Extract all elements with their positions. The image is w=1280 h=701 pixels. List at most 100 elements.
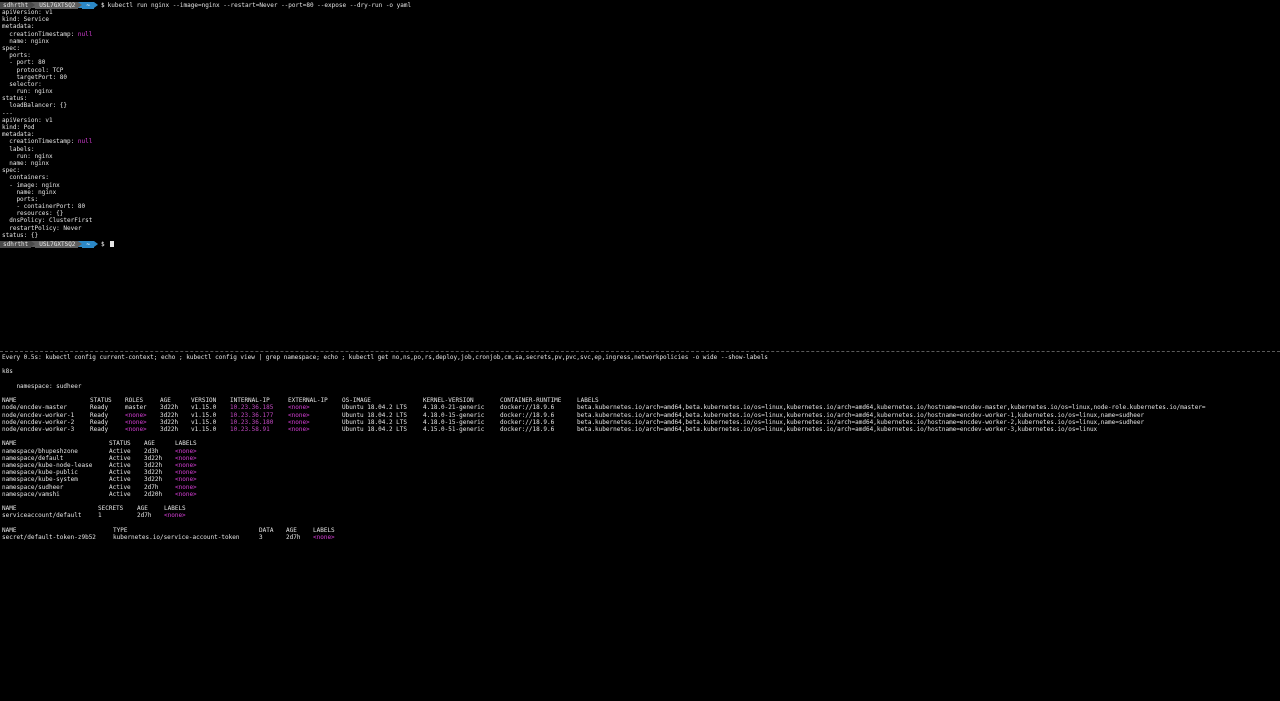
table-cell: 2d7h (286, 533, 301, 541)
table-cell: Ubuntu 18.04.2 LTS (342, 425, 408, 433)
yaml-line: - containerPort: 80 (0, 203, 1280, 210)
table-cell: beta.kubernetes.io/arch=amd64,beta.kuber… (577, 425, 1098, 433)
table-cell: 2d3h (144, 447, 159, 455)
yaml-line: status: {} (0, 232, 1280, 239)
column-header: SECRETS (98, 505, 124, 513)
column-header: LABELS (577, 397, 599, 405)
terminal-cursor[interactable] (109, 241, 114, 247)
column-header: NAME (2, 526, 17, 534)
table-cell: v1.15.0 (191, 404, 217, 412)
table-cell: <none> (175, 447, 197, 455)
yaml-line: name: nginx (0, 189, 1280, 196)
table-cell: secret/default-token-z9b52 (2, 533, 96, 541)
command-text: kubectl run nginx --image=nginx --restar… (107, 1, 412, 9)
table-row: secret/default-token-z9b52 kubernetes.io/… (2, 534, 335, 541)
table-cell: 3d22h (160, 404, 179, 412)
table-header-row: NAME TYPE DATA AGE LABELS (2, 527, 335, 534)
table-cell: 3d22h (160, 411, 179, 419)
shell-prompt-2[interactable]: sdhrtht USL7GXTSQ2 ~ $ (0, 240, 1280, 248)
table-cell: <none> (164, 512, 186, 520)
yaml-line: run: nginx (0, 88, 1280, 95)
yaml-line: apiVersion: v1 (0, 9, 1280, 16)
table-cell: docker://18.9.6 (500, 425, 555, 433)
column-header: LABELS (164, 505, 186, 513)
yaml-text: selector: (2, 80, 42, 88)
yaml-text: status: {} (2, 231, 39, 239)
table-cell: beta.kubernetes.io/arch=amd64,beta.kuber… (577, 418, 1145, 426)
bottom-terminal-pane[interactable]: Every 0.5s: kubectl config current-conte… (0, 351, 1280, 701)
table-cell: <none> (288, 411, 310, 419)
table-cell: Active (109, 476, 131, 484)
yaml-text: creationTimestamp: (2, 138, 78, 146)
table-cell: <none> (288, 425, 310, 433)
yaml-line: selector: (0, 81, 1280, 88)
prompt-host: USL7GXTSQ2 (35, 240, 79, 248)
yaml-line: kind: Pod (0, 124, 1280, 131)
yaml-line: - image: nginx (0, 182, 1280, 189)
table-cell: docker://18.9.6 (500, 418, 555, 426)
yaml-text: protocol: TCP (2, 66, 64, 74)
table-cell: namespace/default (2, 454, 64, 462)
table-row: node/encdev-master Ready master 3d22h v1.15.… (2, 404, 1206, 411)
yaml-line: ports: (0, 196, 1280, 203)
yaml-line: resources: {} (0, 210, 1280, 217)
yaml-text: loadBalancer: {} (2, 102, 68, 110)
table-cell: node/encdev-worker-1 (2, 411, 75, 419)
yaml-line: run: nginx (0, 153, 1280, 160)
table-cell: docker://18.9.6 (500, 411, 555, 419)
yaml-text: name: nginx (2, 188, 57, 196)
table-cell: namespace/vamshi (2, 490, 60, 498)
yaml-line: loadBalancer: {} (0, 102, 1280, 109)
yaml-line: status: (0, 95, 1280, 102)
prompt-user: sdhrtht (0, 240, 32, 248)
yaml-text: containers: (2, 174, 49, 182)
table-cell: node/encdev-worker-2 (2, 418, 75, 426)
table-cell: 2d7h (144, 483, 159, 491)
table-cell: beta.kubernetes.io/arch=amd64,beta.kuber… (577, 411, 1145, 419)
yaml-text: kind: Pod (2, 124, 35, 131)
table-cell: Ubuntu 18.04.2 LTS (342, 418, 408, 426)
yaml-text: spec: (2, 44, 21, 52)
table-cell: 3d22h (144, 476, 163, 484)
yaml-text: restartPolicy: Never (2, 224, 82, 232)
table-cell: 10.23.36.185 (230, 404, 274, 412)
yaml-text: ports: (2, 52, 31, 60)
table-row: node/encdev-worker-1 Ready <none> 3d22h v1.1… (2, 412, 1206, 419)
table-cell: namespace/bhupeshzone (2, 447, 78, 455)
column-header: LABELS (175, 440, 197, 448)
yaml-line: spec: (0, 45, 1280, 52)
yaml-line: name: nginx (0, 160, 1280, 167)
table-cell: 3d22h (144, 469, 163, 477)
resource-tables: NAME STATUS ROLES AGE VERSION INTERNAL-IP EXTE… (0, 397, 1280, 548)
table-cell: Active (109, 483, 131, 491)
table-row: namespace/sudheer Active 2d7h <none> (2, 484, 197, 491)
column-header: NAME (2, 440, 17, 448)
prompt-user: sdhrtht (0, 1, 32, 9)
table-cell: Ready (90, 425, 109, 433)
table-cell: Active (109, 461, 131, 469)
table-row: namespace/kube-node-lease Active 3d22h <non… (2, 462, 197, 469)
table-cell: Active (109, 469, 131, 477)
table-cell: v1.15.0 (191, 418, 217, 426)
prompt-dir: ~ (82, 240, 95, 248)
top-terminal-pane[interactable]: sdhrtht USL7GXTSQ2 ~ $ kubectl run nginx… (0, 0, 1280, 350)
table-cell: namespace/kube-node-lease (2, 461, 93, 469)
table-header-row: NAME STATUS AGE LABELS (2, 440, 197, 447)
column-header: OS-IMAGE (342, 397, 371, 405)
column-header: INTERNAL-IP (230, 397, 270, 405)
yaml-text: creationTimestamp: (2, 30, 78, 38)
yaml-line: - port: 80 (0, 59, 1280, 66)
column-header: ROLES (125, 397, 144, 405)
table-row: namespace/bhupeshzone Active 2d3h <none> (2, 448, 197, 455)
prompt-dir: ~ (82, 1, 95, 9)
yaml-text: - image: nginx (2, 181, 60, 189)
column-header: AGE (137, 505, 148, 513)
table-header-row: NAME SECRETS AGE LABELS (2, 505, 186, 512)
table-cell: serviceaccount/default (2, 512, 82, 520)
column-header: STATUS (90, 397, 112, 405)
table-cell: Ready (90, 418, 109, 426)
yaml-text: metadata: (2, 131, 35, 139)
namespace-line: namespace: sudheer (2, 382, 82, 390)
yaml-line: targetPort: 80 (0, 74, 1280, 81)
yaml-text: spec: (2, 167, 21, 175)
